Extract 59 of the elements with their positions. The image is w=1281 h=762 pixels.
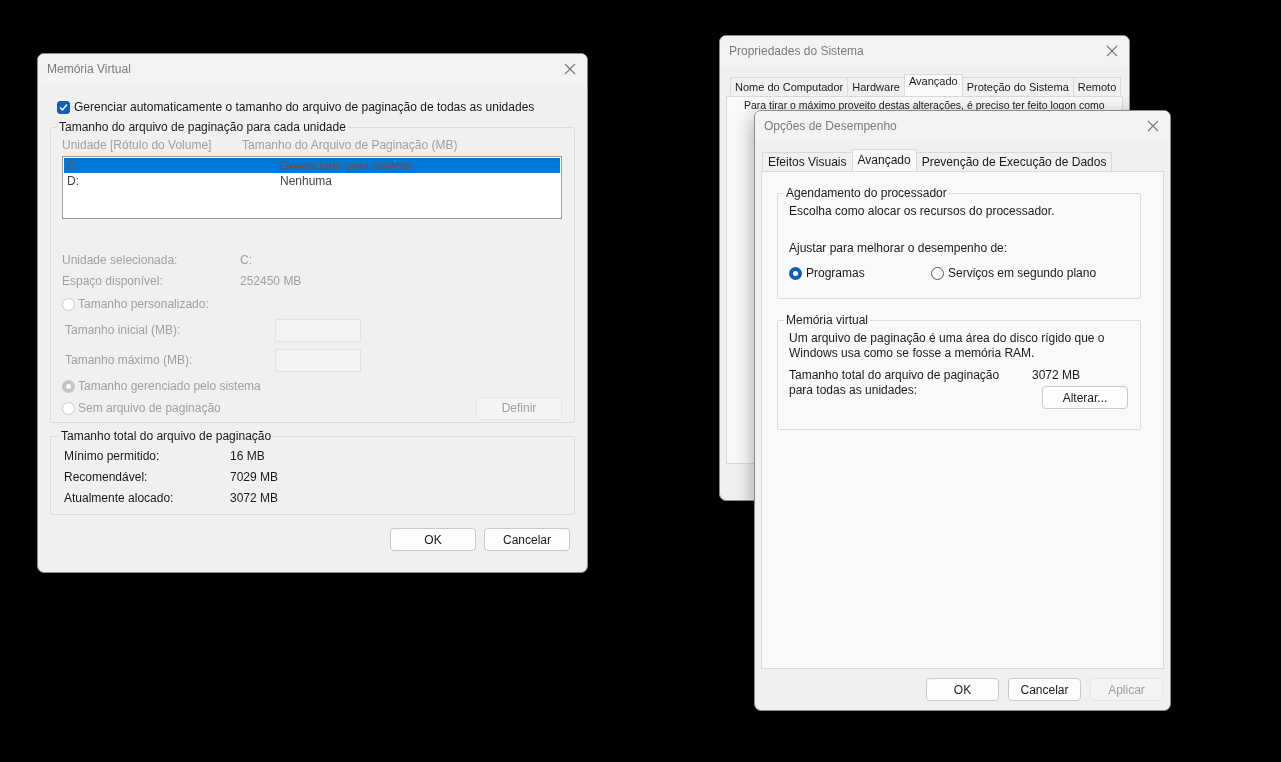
prompt-text: Ajustar para melhorar o desempenho de: xyxy=(789,241,1009,256)
group-title: Tamanho do arquivo de paginação para cada unidade xyxy=(58,120,347,134)
tab[interactable]: Avançado xyxy=(851,149,917,171)
dialog-button[interactable]: OK xyxy=(926,678,999,701)
check-icon xyxy=(59,102,68,112)
checkbox[interactable] xyxy=(57,100,70,114)
close-icon[interactable] xyxy=(1106,45,1118,57)
info-value: 252450 MB xyxy=(240,273,303,288)
info-label: Mínimo permitido: xyxy=(64,448,161,463)
field-label: Tamanho inicial (MB): xyxy=(65,323,182,337)
description-text: Escolha como alocar os recursos do processador. xyxy=(789,204,1056,219)
close-icon[interactable] xyxy=(564,63,576,75)
radio-label: Tamanho personalizado: xyxy=(78,297,209,311)
radio-button[interactable] xyxy=(789,266,802,280)
tab[interactable]: Proteção do Sistema xyxy=(961,77,1074,96)
info-value: 7029 MB xyxy=(230,469,280,484)
radio-label: Programas xyxy=(806,266,865,280)
info-value: C: xyxy=(240,252,253,267)
table-cell-text: Gerenciado pelo sistema xyxy=(280,158,414,173)
column-header: Tamanho do Arquivo de Paginação (MB) xyxy=(242,138,459,152)
intro-text: Para tirar o máximo proveito destas alterações, é preciso ter feito logon como xyxy=(744,99,1106,111)
info-label: Atualmente alocado: xyxy=(64,490,175,505)
radio-label: Sem arquivo de paginação xyxy=(78,401,221,415)
tab[interactable]: Efeitos Visuais xyxy=(762,152,853,171)
total-label: Tamanho total do arquivo de paginação para todas as unidades: xyxy=(789,368,1001,398)
info-label: Espaço disponível: xyxy=(62,273,164,288)
tab[interactable]: Prevenção de Execução de Dados xyxy=(915,152,1113,171)
radio-label: Serviços em segundo plano xyxy=(948,266,1097,280)
column-header: Unidade [Rótulo do Volume] xyxy=(62,138,213,152)
info-label: Unidade selecionada: xyxy=(62,252,179,267)
dialog-button[interactable]: OK xyxy=(390,528,476,551)
radio-label: Tamanho gerenciado pelo sistema xyxy=(78,379,261,393)
radio-button[interactable] xyxy=(62,379,75,393)
dialog-button[interactable]: Cancelar xyxy=(1008,678,1081,701)
field-label: Tamanho máximo (MB): xyxy=(65,353,194,367)
window-title: Memória Virtual xyxy=(47,62,131,76)
group-title: Tamanho total do arquivo de paginação xyxy=(60,429,273,443)
tab[interactable]: Nome do Computador xyxy=(730,77,849,96)
info-value: 3072 MB xyxy=(230,490,280,505)
window-title: Propriedades do Sistema xyxy=(729,44,864,58)
tab[interactable]: Remoto xyxy=(1072,77,1122,96)
info-label: Recomendável: xyxy=(64,469,149,484)
checkbox-label: Gerenciar automaticamente o tamanho do arquivo de paginação de todas as unidades xyxy=(74,100,535,114)
drive-list[interactable]: C: Gerenciado pelo sistema D: Nenhuma xyxy=(62,156,562,219)
total-value: 3072 MB xyxy=(1032,368,1082,382)
tab[interactable]: Avançado xyxy=(903,74,963,96)
drive-row[interactable]: D: Nenhuma xyxy=(64,173,560,188)
info-value: 16 MB xyxy=(230,448,266,463)
radio-button[interactable] xyxy=(931,266,944,280)
close-icon[interactable] xyxy=(1147,120,1159,132)
table-cell-text: C: xyxy=(67,158,80,173)
table-cell-text: D: xyxy=(67,173,80,188)
table-cell-text: Nenhuma xyxy=(280,173,334,188)
change-button[interactable]: Alterar... xyxy=(1042,386,1128,409)
group-title: Agendamento do processador xyxy=(785,186,948,200)
dialog-button[interactable]: Cancelar xyxy=(484,528,570,551)
group-title: Memória virtual xyxy=(785,313,870,327)
window-title: Opções de Desempenho xyxy=(764,119,897,133)
description-text: Um arquivo de paginação é uma área do disco rígido que o Windows usa como se fosse a memória RAM. xyxy=(789,331,1106,361)
